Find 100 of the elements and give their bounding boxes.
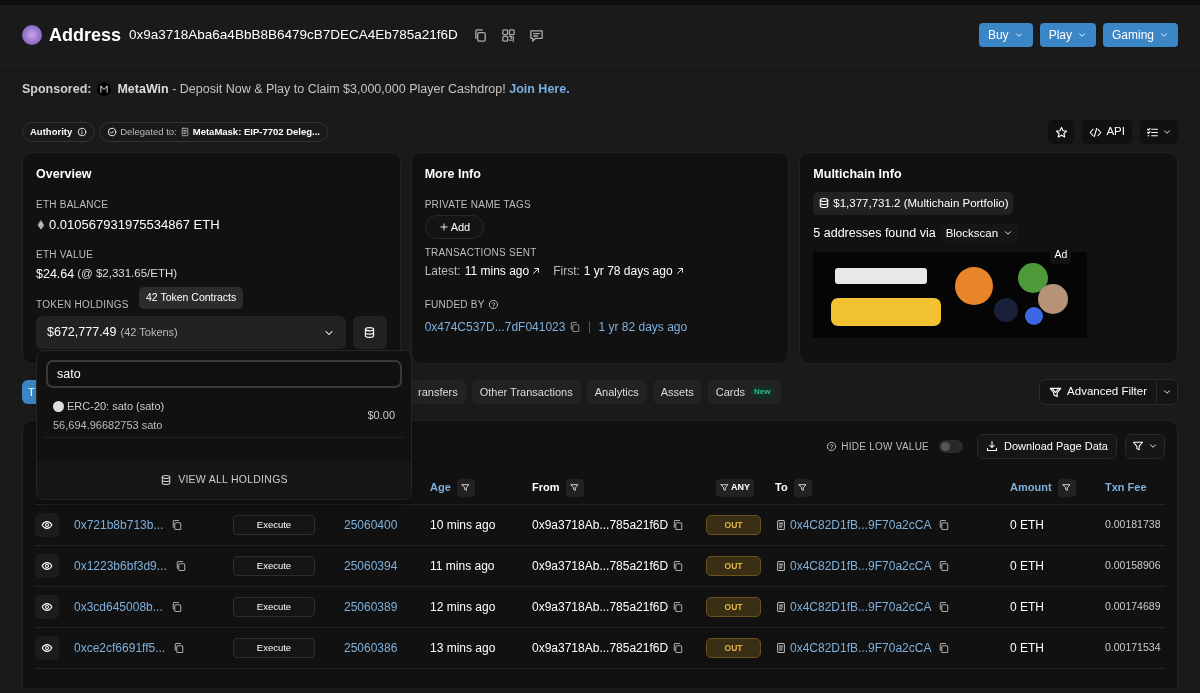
block-link[interactable]: 25060400 [344,518,398,532]
token-result[interactable]: ERC-20: sato (sato) 56,694.96682753 sato $0.00 [45,394,403,438]
card-title: Overview [36,166,93,183]
plus-icon [438,221,449,232]
caret-icon [1162,127,1172,137]
eth-price: (@ $2,331.65/ETH) [77,266,178,282]
column-header[interactable]: Amount [1010,479,1052,496]
filter-button[interactable]: ANY [716,478,754,497]
copy-icon [938,642,951,654]
block-link[interactable]: 25060386 [344,641,398,655]
funder-link[interactable]: 0x474C537D...7dF041023 [424,317,566,336]
method-tag: Execute [233,515,315,536]
copy-icon [938,601,951,613]
menu-button[interactable]: Buy [978,23,1033,47]
view-button[interactable] [35,595,59,619]
funded-age-link[interactable]: 1 yr 82 days ago [598,317,688,336]
holdings-button[interactable] [352,316,387,349]
download-button[interactable]: Download Page Data [977,433,1117,459]
view-all-button[interactable]: VIEW ALL HOLDINGS [37,461,411,499]
download-icon [986,440,999,452]
list-options-button[interactable] [1140,120,1178,144]
coins-icon [363,326,377,339]
avatar [22,25,42,45]
copy-icon [569,320,582,333]
copy-icon [672,601,685,613]
tab[interactable]: Assets [652,380,702,404]
code-icon [1089,125,1103,139]
copy-icon [672,560,685,572]
address-link[interactable]: 0x4C82D1fB...9F70a2cCA [790,598,932,616]
eye-icon [41,642,53,654]
table-cell-text: 0.00181738 [1105,517,1162,533]
qr-code-icon [501,27,517,43]
filter-button[interactable] [565,478,584,497]
arrow-icon [531,265,542,276]
tab[interactable]: Analytics [586,380,647,404]
filter-button[interactable] [456,478,475,497]
filter-button[interactable] [1057,478,1076,497]
token-icon [53,400,64,412]
transaction-link[interactable]: 0x1223b6bf3d9... [74,557,167,575]
tab[interactable]: Cards New [707,380,782,404]
address-link[interactable]: 0x4C82D1fB...9F70a2cCA [790,639,932,657]
token-holdings-select[interactable]: $672,777.49 (42 Tokens) [36,316,346,349]
column-header: From [532,480,560,496]
coins-icon [160,474,173,486]
latest-link[interactable]: 11 mins ago [464,261,542,280]
tooltip: 42 Token Contracts [139,287,244,309]
favorite-button[interactable] [1048,120,1075,144]
menu-button[interactable]: Gaming [1102,23,1178,47]
source-select[interactable]: Blockscan [939,222,1020,244]
checklist-icon [1146,125,1159,139]
table-cell-text: 0 ETH [1010,599,1045,616]
transaction-link[interactable]: 0x721b8b713b... [74,516,164,534]
filter-button[interactable] [793,478,812,497]
view-button[interactable] [35,513,59,537]
block-link[interactable]: 25060389 [344,600,398,614]
menu-button[interactable]: Play [1039,23,1096,47]
portfolio-badge[interactable]: $1,377,731.2 (Multichain Portfolio) [813,191,1014,215]
filter-button[interactable] [1125,433,1165,459]
document-icon [775,601,787,613]
view-button[interactable] [35,554,59,578]
address-link[interactable]: 0x4C82D1fB...9F70a2cCA [790,557,932,575]
toggle-switch[interactable] [939,439,964,453]
tab[interactable]: ransfers [410,380,466,404]
eye-icon [41,601,53,613]
view-button[interactable] [35,636,59,660]
table-cell-text: 0 ETH [1010,558,1045,575]
filter-icon [1132,440,1144,452]
transaction-link[interactable]: 0xce2cf6691ff5... [74,639,166,657]
add-tag-button[interactable]: Add [424,214,485,239]
check-circle-icon [107,127,118,137]
field-label: ETH VALUE [36,248,95,263]
eye-icon [41,560,53,572]
table-cell-text: 0.00174689 [1105,599,1162,615]
help-icon [826,440,838,452]
copy-icon [173,642,186,654]
document-icon [179,127,190,137]
column-header[interactable]: Txn Fee [1105,479,1147,496]
eye-icon [41,519,53,531]
block-link[interactable]: 25060394 [344,559,398,573]
transaction-link[interactable]: 0x3cd645008b... [74,598,163,616]
address-link[interactable]: 0x4C82D1fB...9F70a2cCA [790,516,932,534]
table-cell-text: 0 ETH [1010,517,1045,534]
column-header[interactable]: Age [430,479,451,496]
join-link[interactable]: Join Here. [509,81,570,96]
table-cell-text: 10 mins ago [430,517,497,534]
document-icon [775,642,787,654]
filter-icon [1062,483,1072,492]
search-field[interactable]: sato [46,360,402,388]
info-icon [77,127,88,137]
direction-badge: OUT [706,597,761,618]
new-badge: New [751,386,774,398]
copy-icon [170,601,183,613]
table-cell-text: 0x9a3718Ab...785a21f6D [532,640,669,657]
first-link[interactable]: 1 yr 78 days ago [583,261,685,280]
tab[interactable]: Other Transactions [471,380,581,404]
api-button[interactable]: API [1082,120,1132,144]
qr-code-button[interactable] [499,26,518,44]
advanced-filter-button[interactable]: Advanced Filter [1039,379,1178,405]
copy-icon [174,560,187,572]
ethereum-icon [36,218,46,231]
